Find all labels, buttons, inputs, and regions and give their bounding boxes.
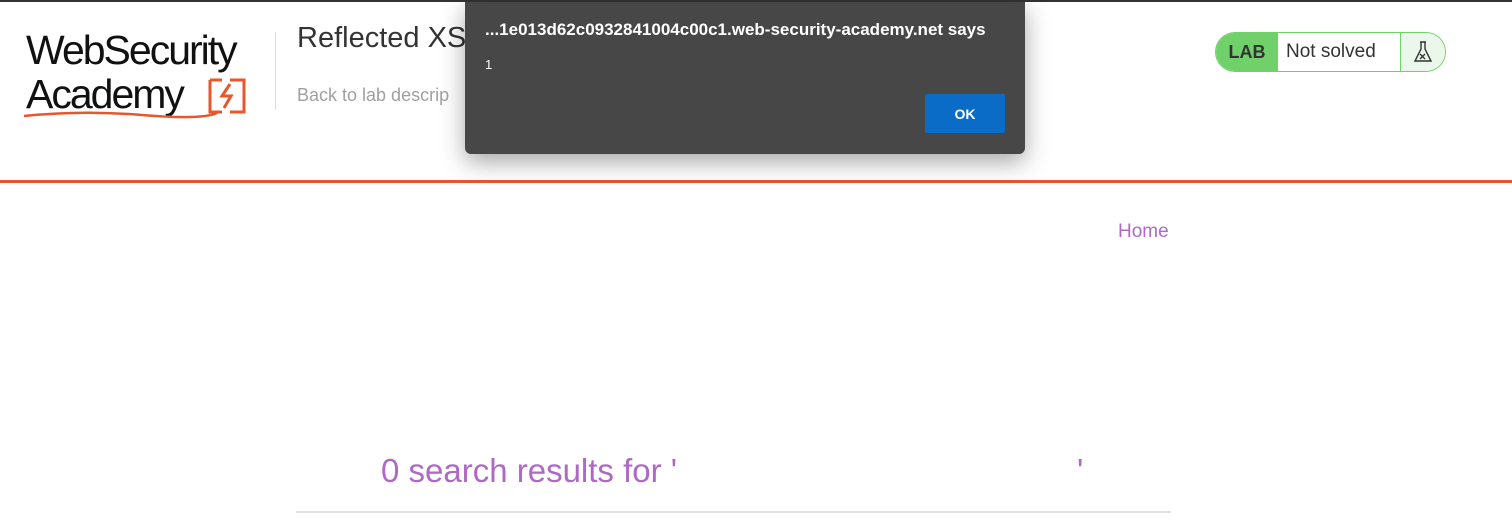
lab-badge: LAB xyxy=(1216,33,1278,71)
search-results-heading: 0 search results for ' xyxy=(381,452,678,489)
alert-dialog-title: ...1e013d62c0932841004c00c1.web-security… xyxy=(485,20,986,39)
lab-status-text: Not solved xyxy=(1286,41,1376,62)
web-security-academy-logo[interactable]: WebSecurity Academy xyxy=(22,28,272,123)
lab-title: Reflected XS xyxy=(297,22,467,54)
alert-dialog: ...1e013d62c0932841004c00c1.web-security… xyxy=(465,2,1025,154)
header-divider xyxy=(275,32,276,110)
header-orange-border xyxy=(0,180,1512,183)
search-results-closing-quote: ' xyxy=(1077,452,1084,489)
flask-icon xyxy=(1413,41,1433,62)
lab-status-icon-box xyxy=(1400,33,1445,71)
results-divider xyxy=(296,511,1171,513)
alert-dialog-message: 1 xyxy=(485,57,493,72)
logo-underline-swoosh xyxy=(23,111,218,119)
lab-status-widget: LAB Not solved xyxy=(1215,32,1446,72)
nav-home-link[interactable]: Home xyxy=(1118,221,1169,243)
back-to-lab-description-link[interactable]: Back to lab descrip xyxy=(297,85,449,106)
logo-text-websecurity: WebSecurity xyxy=(26,27,238,73)
ok-button[interactable]: OK xyxy=(925,94,1005,133)
